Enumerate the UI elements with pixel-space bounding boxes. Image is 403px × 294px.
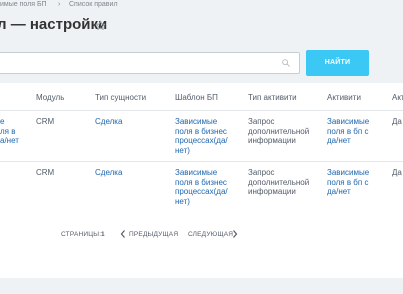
column-header-module[interactable]: Модуль [36, 93, 64, 103]
find-button[interactable]: НАЙТИ [306, 50, 369, 76]
cell-activity-type: Запрос дополнительной информации [248, 117, 310, 145]
column-header-active[interactable]: Акт [392, 93, 403, 103]
cell-entity-link[interactable]: Сделка [95, 117, 122, 127]
search-icon[interactable] [281, 58, 291, 68]
breadcrumb-separator: › [58, 1, 61, 8]
chevron-left-icon[interactable] [120, 229, 126, 239]
chevron-right-icon[interactable] [232, 229, 238, 239]
cell-module: CRM [36, 168, 55, 177]
table-row[interactable]: CRM Сделка Зависимые поля в бизнес проце… [0, 162, 403, 214]
footer-panel [0, 251, 403, 278]
grid-header: Модуль Тип сущности Шаблон БП Тип активи… [0, 83, 403, 111]
cell-template-link[interactable]: Зависимые поля в бизнес процессах(да/ не… [175, 117, 228, 155]
column-header-entity-type[interactable]: Тип сущности [95, 93, 146, 103]
breadcrumb-item-fields[interactable]: имые поля БП [0, 0, 47, 10]
pages-label: СТРАНИЦЫ: [61, 231, 102, 238]
cell-name-link[interactable]: е ля в а/нет [0, 117, 19, 146]
filter-panel: НАЙТИ [0, 50, 403, 76]
page-title: л — настройки [0, 16, 108, 33]
star-icon[interactable] [95, 20, 106, 31]
cell-entity-link[interactable]: Сделка [95, 168, 122, 178]
cell-module: CRM [36, 117, 55, 126]
search-input[interactable] [0, 53, 270, 73]
cell-activity-type: Запрос дополнительной информации [248, 168, 310, 196]
current-page: 1 [101, 231, 105, 238]
column-header-bp-template[interactable]: Шаблон БП [175, 93, 218, 103]
column-header-activity[interactable]: Активити [327, 93, 361, 103]
search-box [0, 52, 300, 74]
column-header-activity-type[interactable]: Тип активити [248, 93, 297, 103]
breadcrumb-item-rules[interactable]: Список правил [69, 0, 118, 10]
cell-active: Да [392, 117, 402, 126]
cell-activity-link[interactable]: Зависимые поля в бп с да/нет [327, 168, 369, 197]
cell-activity-link[interactable]: Зависимые поля в бп с да/нет [327, 117, 369, 146]
next-page-link[interactable]: СЛЕДУЮЩАЯ [188, 231, 233, 239]
pagination: СТРАНИЦЫ: 1 ПРЕДЫДУЩАЯ СЛЕДУЮЩАЯ [0, 220, 403, 250]
table-row[interactable]: е ля в а/нет CRM Сделка Зависимые поля в… [0, 111, 403, 162]
prev-page-link[interactable]: ПРЕДЫДУЩАЯ [129, 231, 178, 239]
cell-template-link[interactable]: Зависимые поля в бизнес процессах(да/ не… [175, 168, 228, 206]
cell-active: Да [392, 168, 402, 177]
